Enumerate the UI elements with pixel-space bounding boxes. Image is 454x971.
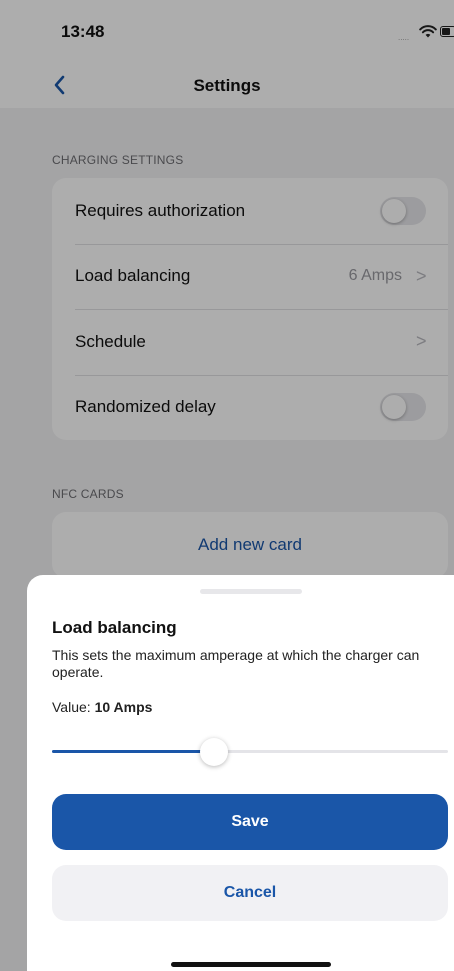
current-value: 10 Amps <box>94 699 153 715</box>
save-button[interactable]: Save <box>52 794 448 850</box>
value-prefix: Value: <box>52 699 91 715</box>
cancel-button[interactable]: Cancel <box>52 865 448 921</box>
slider-fill <box>52 750 215 753</box>
sheet-title: Load balancing <box>52 618 177 637</box>
sheet-description: This sets the maximum amperage at which … <box>52 647 420 680</box>
sheet-value-line: Value: 10 Amps <box>52 699 152 715</box>
settings-screen: 13:48 ..... Settings CHARGING SETTINGS R… <box>0 0 454 971</box>
slider-thumb[interactable] <box>200 738 229 766</box>
home-indicator <box>171 962 331 967</box>
sheet-grabber[interactable] <box>200 589 302 594</box>
amperage-slider[interactable] <box>52 737 448 767</box>
load-balancing-sheet: Load balancing This sets the maximum amp… <box>27 575 454 971</box>
